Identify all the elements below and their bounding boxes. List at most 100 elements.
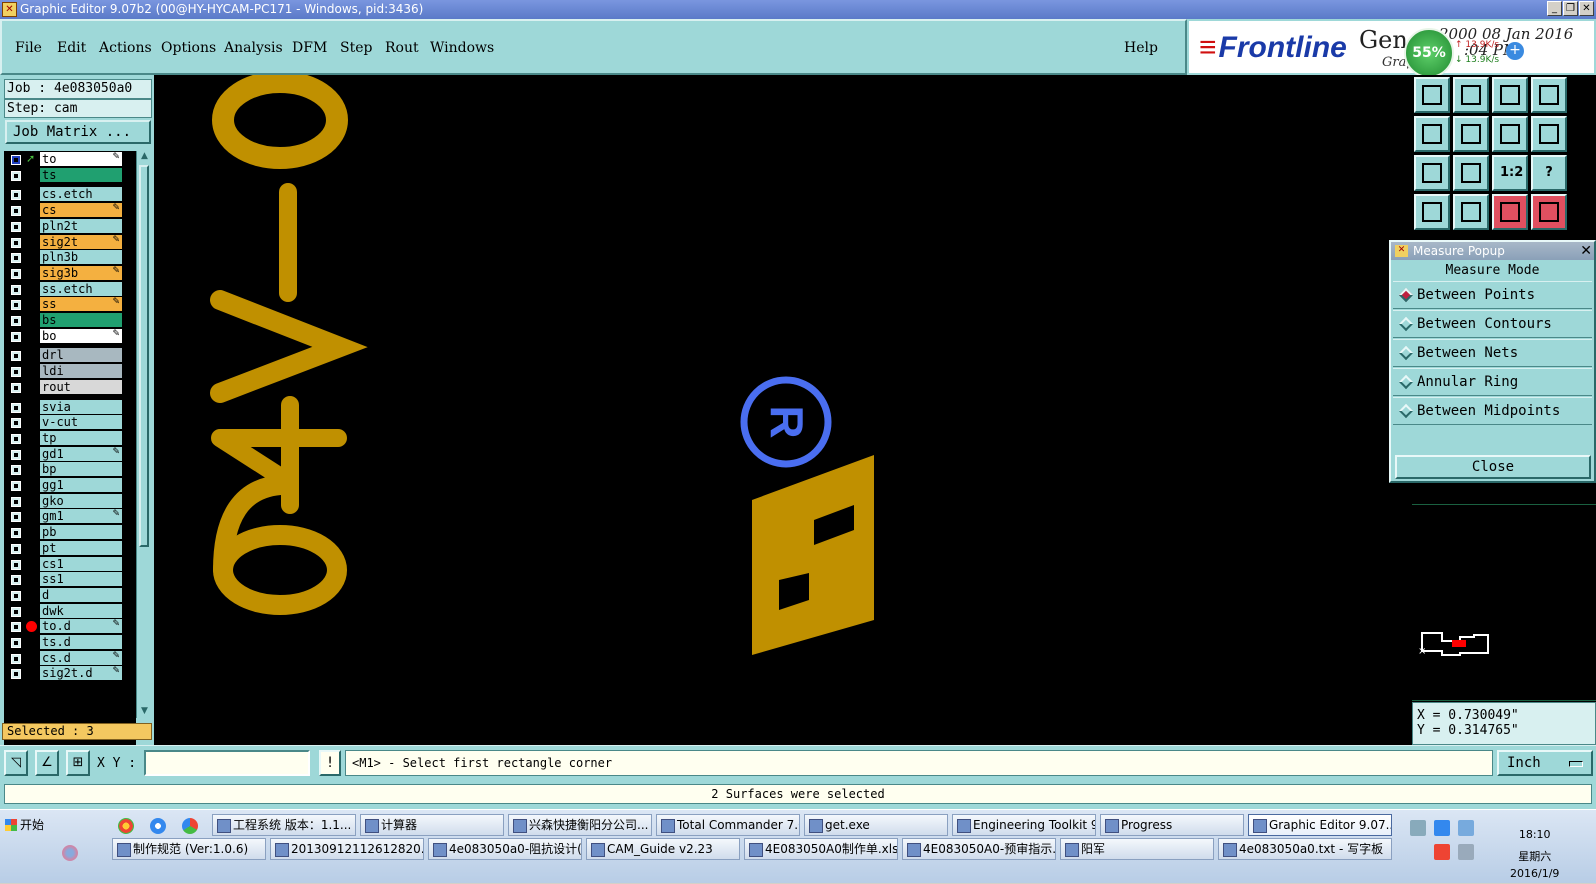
layer-name[interactable]: svia — [40, 399, 122, 414]
option-between-contours[interactable]: Between Contours — [1393, 310, 1592, 338]
option-between-points[interactable]: Between Points — [1393, 281, 1592, 309]
layer-name[interactable]: cs — [40, 203, 122, 218]
layer-up-button[interactable] — [1414, 77, 1450, 113]
layer-checkbox[interactable] — [11, 606, 21, 617]
scroll-down-icon[interactable]: ▼ — [137, 706, 152, 718]
layer-name[interactable]: rout — [40, 379, 122, 394]
layer-name[interactable]: ts — [40, 167, 122, 182]
layer-row[interactable]: bo ✎ — [4, 328, 136, 344]
layer-row[interactable]: dwk — [4, 603, 136, 619]
layer-row[interactable]: ss ✎ — [4, 297, 136, 312]
radio-diamond-icon[interactable] — [1398, 403, 1414, 419]
layer-name[interactable]: drl — [40, 348, 122, 363]
ul-logo-surface[interactable] — [752, 455, 874, 655]
layer-row[interactable]: rout — [4, 379, 136, 395]
tray-network-icon[interactable] — [1458, 820, 1474, 836]
layer-checkbox[interactable] — [11, 543, 21, 554]
radio-diamond-icon[interactable] — [1398, 345, 1414, 361]
task-xingsen[interactable]: 兴森快捷衡阳分公司... — [508, 814, 652, 836]
layer-name[interactable]: pt — [40, 540, 122, 555]
app-launcher-icon[interactable] — [182, 818, 198, 834]
layer-row[interactable]: pt — [4, 540, 136, 556]
option-between-midpoints[interactable]: Between Midpoints — [1393, 397, 1592, 425]
graphic-canvas[interactable]: R — [154, 75, 1412, 745]
chrome-icon[interactable] — [118, 818, 134, 834]
layer-name[interactable]: bs — [40, 313, 122, 327]
exclamation-button[interactable]: ! — [319, 750, 341, 776]
layer-checkbox[interactable] — [11, 433, 21, 444]
help-button[interactable]: ? — [1531, 155, 1567, 191]
menu-file[interactable]: File — [15, 40, 42, 56]
layer-checkbox[interactable] — [11, 253, 21, 264]
layer-name[interactable]: ss — [40, 297, 122, 312]
option-annular-ring[interactable]: Annular Ring — [1393, 368, 1592, 396]
layer-checkbox[interactable] — [11, 559, 21, 570]
scroll-thumb[interactable] — [139, 165, 149, 547]
taskbar-clock[interactable]: 18:10 星期六 2016/1/9 — [1510, 824, 1559, 880]
radio-diamond-icon[interactable] — [1398, 374, 1414, 390]
units-button[interactable]: Inch — [1497, 750, 1593, 776]
selected-surface[interactable] — [752, 455, 874, 655]
layer-name[interactable]: dwk — [40, 603, 122, 618]
layer-name[interactable]: sig2t — [40, 234, 122, 249]
layer-down-button[interactable] — [1453, 77, 1489, 113]
layer-checkbox[interactable] — [11, 481, 21, 491]
registered-mark[interactable]: R — [740, 376, 832, 468]
layer-row[interactable]: ➚ to ✎ — [4, 152, 136, 167]
menu-windows[interactable]: Windows — [430, 40, 494, 56]
minimize-button[interactable]: _ — [1547, 1, 1562, 16]
layer-row[interactable]: ldi — [4, 364, 136, 379]
home-button[interactable] — [1492, 77, 1528, 113]
menu-actions[interactable]: Actions — [99, 40, 152, 56]
task-progress[interactable]: Progress — [1100, 814, 1244, 836]
menu-help[interactable]: Help — [1124, 40, 1158, 56]
layer-row[interactable]: pln2t — [4, 218, 136, 234]
layer-checkbox[interactable] — [11, 575, 21, 586]
layer-name[interactable]: cs.etch — [40, 187, 122, 202]
task-wordpad[interactable]: 4e083050a0.txt - 写字板 — [1218, 838, 1392, 860]
layer-row[interactable]: drl — [4, 348, 136, 363]
menu-step[interactable]: Step — [340, 40, 372, 56]
angle-mode-button[interactable]: ∠ — [35, 750, 59, 776]
tray-display-icon[interactable] — [1458, 844, 1474, 860]
layer-row[interactable]: cs.etch — [4, 187, 136, 202]
layer-name[interactable]: d — [40, 587, 122, 602]
scroll-up-icon[interactable]: ▲ — [137, 151, 152, 163]
snap-button[interactable] — [1453, 194, 1489, 230]
layer-row[interactable]: gm1 ✎ — [4, 509, 136, 524]
layer-checkbox[interactable] — [11, 622, 21, 633]
layer-checkbox[interactable] — [11, 638, 21, 648]
task-get-exe[interactable]: get.exe — [804, 814, 948, 836]
ie-icon[interactable] — [150, 818, 166, 834]
grid-mode-button[interactable]: ⊞ — [66, 750, 90, 776]
pan-right-button[interactable] — [1453, 116, 1489, 152]
zoom-fit-button[interactable] — [1414, 155, 1450, 191]
layer-checkbox[interactable] — [11, 300, 21, 311]
layer-row[interactable]: cs.d ✎ — [4, 650, 136, 666]
menu-analysis[interactable]: Analysis — [224, 40, 283, 56]
tray-app-icon[interactable] — [1434, 820, 1450, 836]
layer-row[interactable]: cs ✎ — [4, 203, 136, 218]
layer-checkbox[interactable] — [11, 528, 21, 539]
task-engineering-toolkit[interactable]: Engineering Toolkit 9.... — [952, 814, 1096, 836]
pan-left-button[interactable] — [1414, 116, 1450, 152]
redraw-button[interactable] — [1531, 116, 1567, 152]
task-engineering-system[interactable]: 工程系统 版本：1.1... — [212, 814, 356, 836]
task-total-commander[interactable]: Total Commander 7.0 ... — [656, 814, 800, 836]
paint-button[interactable] — [1414, 194, 1450, 230]
layer-checkbox[interactable] — [11, 170, 21, 181]
layer-row[interactable]: gd1 ✎ — [4, 446, 136, 462]
layer-checkbox[interactable] — [11, 653, 21, 664]
layer-name[interactable]: tp — [40, 430, 122, 445]
layer-checkbox[interactable] — [11, 590, 21, 601]
start-button[interactable]: 开始 — [2, 814, 48, 836]
layer-name[interactable]: sig3b — [40, 265, 122, 280]
layer-checkbox[interactable] — [11, 155, 21, 165]
menu-edit[interactable]: Edit — [57, 40, 86, 56]
layer-name[interactable]: gd1 — [40, 446, 122, 461]
task-cam-guide[interactable]: CAM_Guide v2.23 — [586, 838, 740, 860]
layer-checkbox[interactable] — [11, 496, 21, 507]
layer-checkbox[interactable] — [11, 351, 21, 362]
task-xls[interactable]: 4E083050A0制作单.xls ... — [744, 838, 898, 860]
layer-row[interactable]: tp — [4, 430, 136, 446]
